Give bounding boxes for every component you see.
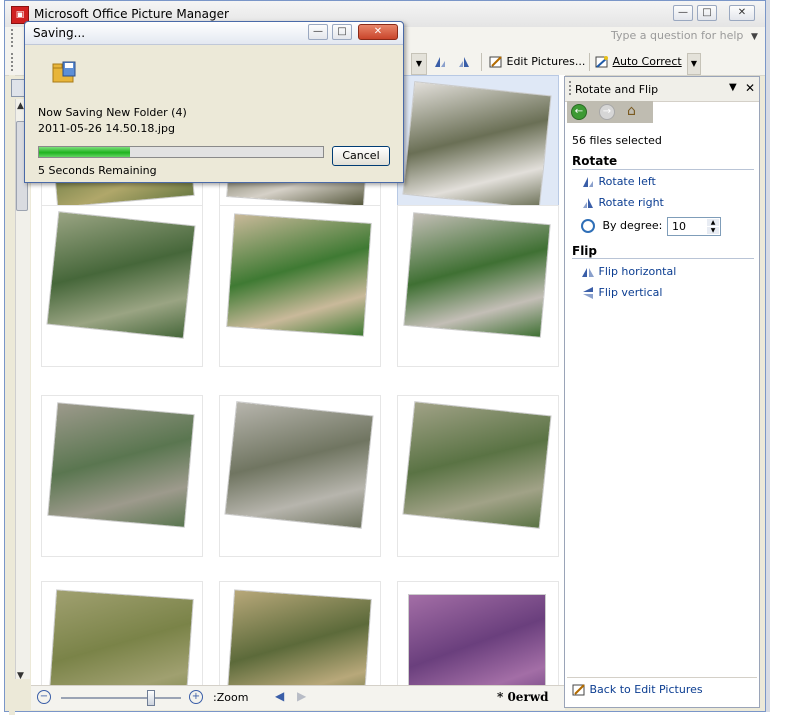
next-picture-icon[interactable]: ▶ (297, 689, 306, 703)
flip-vertical-link[interactable]: Flip vertical (581, 286, 662, 300)
toolbar-grip-2[interactable] (11, 53, 16, 71)
auto-correct-icon (595, 56, 608, 68)
rotate-right-icon (459, 57, 469, 67)
task-pane-menu-arrow-icon[interactable]: ▼ (729, 82, 737, 93)
scroll-down-arrow-icon[interactable]: ▼ (17, 671, 24, 681)
saving-status-text: Now Saving New Folder (4) (38, 106, 187, 119)
forward-arrow-icon[interactable]: → (599, 104, 615, 120)
time-remaining-text: 5 Seconds Remaining (38, 164, 157, 177)
current-file-name: * 0erwd (497, 690, 549, 704)
status-bar: − + :Zoom ◀ ▶ * 0erwd (31, 685, 565, 710)
thumbnail-image[interactable] (403, 82, 551, 208)
flip-horizontal-label: Flip horizontal (598, 265, 677, 278)
toolbar-overflow-icon[interactable]: ▼ (411, 53, 427, 75)
rotate-right-toolbar-button[interactable] (457, 53, 471, 71)
auto-correct-label: Auto Correct (612, 55, 682, 68)
rotate-heading: Rotate (572, 154, 618, 168)
maximize-button[interactable]: □ (697, 5, 717, 21)
help-search-input[interactable]: Type a question for help (611, 29, 761, 45)
zoom-out-icon[interactable]: − (37, 690, 51, 704)
cancel-button[interactable]: Cancel (332, 146, 390, 166)
dialog-minimize-button[interactable]: — (308, 24, 328, 40)
rotate-left-link[interactable]: Rotate left (581, 175, 656, 189)
thumbnail-image[interactable] (49, 590, 193, 685)
spinner-up-icon[interactable]: ▲ (707, 219, 719, 226)
minimize-button[interactable]: — (673, 5, 693, 21)
toolbar-grip[interactable] (11, 29, 16, 47)
zoom-slider-track[interactable] (61, 697, 181, 699)
thumbnail-image[interactable] (225, 402, 373, 528)
by-degree-label: By degree: (602, 219, 663, 232)
toolbar-options-icon[interactable]: ▼ (687, 53, 701, 75)
edit-pictures-icon (572, 684, 585, 696)
spinner-down-icon[interactable]: ▼ (707, 227, 719, 234)
dialog-title-bar: Saving... — □ ✕ (25, 22, 403, 45)
rotate-left-label: Rotate left (598, 175, 656, 188)
zoom-slider-thumb[interactable] (147, 690, 155, 706)
scroll-up-arrow-icon[interactable]: ▲ (17, 101, 24, 111)
back-to-edit-pictures-link[interactable]: Back to Edit Pictures (572, 683, 703, 697)
saving-progress-fill (39, 147, 130, 157)
help-dropdown-arrow-icon[interactable]: ▼ (751, 32, 758, 42)
by-degree-value: 10 (672, 220, 686, 233)
task-pane-grip[interactable] (569, 81, 573, 95)
previous-picture-icon[interactable]: ◀ (275, 689, 284, 703)
thumbnail-image[interactable] (48, 403, 194, 527)
flip-vertical-icon (583, 287, 593, 299)
close-button[interactable]: ✕ (729, 5, 755, 21)
flip-divider (572, 258, 754, 259)
back-arrow-icon[interactable]: ← (571, 104, 587, 120)
task-pane-header: Rotate and Flip ▼ ✕ (565, 77, 759, 102)
thumbnail-image[interactable] (403, 402, 551, 528)
window-right-border (766, 0, 770, 712)
task-pane-bottom-divider (567, 677, 757, 678)
toolbar-separator-2 (589, 53, 590, 71)
back-to-edit-pictures-label: Back to Edit Pictures (589, 683, 703, 696)
flip-horizontal-icon (582, 268, 594, 277)
task-pane-rotate-and-flip: Rotate and Flip ▼ ✕ ← → ⌂ 56 files selec… (564, 76, 760, 708)
thumbnail-image[interactable] (227, 214, 371, 336)
edit-pictures-icon (489, 56, 502, 68)
files-selected-count: 56 files selected (572, 134, 662, 147)
rotate-divider (572, 169, 754, 170)
thumbnail-image[interactable] (404, 213, 550, 337)
auto-correct-button[interactable]: Auto Correct (595, 53, 682, 71)
rotate-right-label: Rotate right (598, 196, 664, 209)
saving-folder-icon (52, 61, 76, 83)
saving-progress-bar (38, 146, 324, 158)
thumbnail-image[interactable] (409, 595, 545, 685)
by-degree-input[interactable]: 10 ▲ ▼ (667, 217, 721, 236)
saving-dialog: Saving... — □ ✕ Now Saving New Folder (4… (24, 21, 404, 183)
flip-vertical-label: Flip vertical (598, 286, 663, 299)
edit-pictures-label: Edit Pictures... (506, 55, 586, 68)
rotate-right-link[interactable]: Rotate right (581, 196, 664, 210)
dialog-title: Saving... (33, 26, 86, 40)
dialog-maximize-button[interactable]: □ (332, 24, 352, 40)
rotate-left-icon (583, 177, 593, 187)
thumbnail-image[interactable] (47, 212, 195, 338)
task-pane-close-icon[interactable]: ✕ (745, 81, 755, 95)
flip-horizontal-link[interactable]: Flip horizontal (581, 265, 676, 279)
zoom-label: :Zoom (213, 691, 249, 704)
saving-file-name: 2011-05-26 14.50.18.jpg (38, 122, 175, 135)
thumbnail-image[interactable] (227, 590, 371, 685)
window-title: Microsoft Office Picture Manager (34, 7, 229, 21)
toolbar-separator (481, 53, 482, 71)
home-icon[interactable]: ⌂ (627, 103, 636, 119)
task-pane-title: Rotate and Flip (575, 83, 659, 96)
flip-heading: Flip (572, 244, 598, 258)
zoom-in-icon[interactable]: + (189, 690, 203, 704)
rotate-left-icon (435, 57, 445, 67)
dialog-close-button[interactable]: ✕ (358, 24, 398, 40)
rotate-left-toolbar-button[interactable] (433, 53, 447, 71)
rotate-by-degree-icon (581, 219, 595, 233)
edit-pictures-button[interactable]: Edit Pictures... (489, 53, 585, 71)
by-degree-row: By degree: (581, 219, 662, 233)
rotate-right-icon (583, 198, 593, 208)
